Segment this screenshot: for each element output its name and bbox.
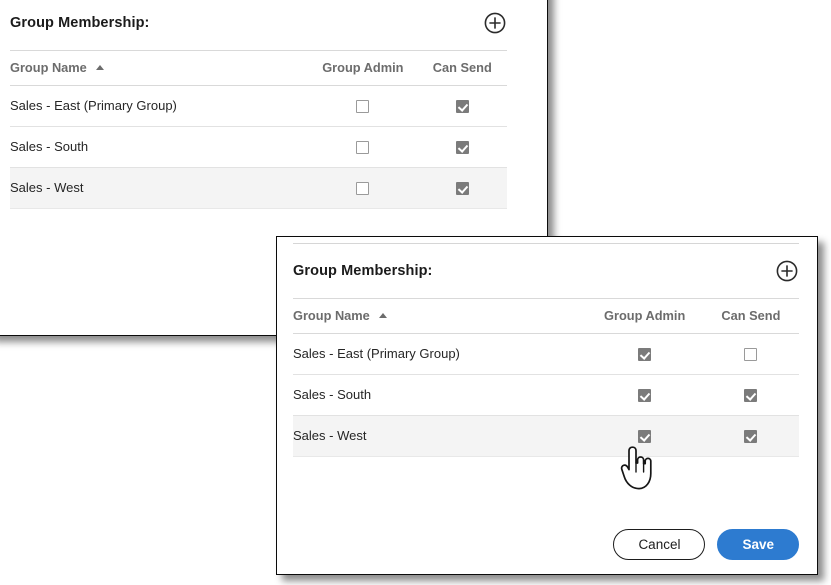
add-group-icon-back[interactable] — [483, 11, 507, 35]
checkbox-group-admin[interactable] — [638, 348, 651, 361]
column-header-can-send-back[interactable]: Can Send — [418, 51, 507, 86]
checkbox-group-admin[interactable] — [638, 389, 651, 402]
group-membership-dialog: Group Membership: Group Name Group Admin — [276, 236, 818, 575]
table-row: Sales - South — [10, 127, 507, 168]
section-header-back: Group Membership: — [10, 0, 507, 50]
column-header-group-admin-back[interactable]: Group Admin — [308, 51, 417, 86]
checkbox-can-send[interactable] — [456, 182, 469, 195]
cell-group-name: Sales - East (Primary Group) — [293, 334, 586, 375]
sort-ascending-icon — [96, 65, 104, 70]
group-membership-table: Group Name Group Admin Can Send Sales - … — [293, 298, 799, 457]
checkbox-group-admin[interactable] — [638, 430, 651, 443]
cell-group-admin — [308, 168, 417, 209]
column-header-group-name-back[interactable]: Group Name — [10, 51, 308, 86]
column-header-group-name[interactable]: Group Name — [293, 299, 586, 334]
column-label: Group Name — [293, 308, 370, 323]
checkbox-can-send[interactable] — [744, 348, 757, 361]
cell-can-send — [703, 334, 799, 375]
section-header-front: Group Membership: — [293, 244, 799, 298]
save-button[interactable]: Save — [717, 529, 799, 561]
cancel-button[interactable]: Cancel — [613, 529, 705, 561]
page-title-back: Group Membership: — [10, 15, 149, 31]
cell-group-admin — [586, 334, 702, 375]
cell-can-send — [418, 168, 507, 209]
table-row: Sales - West — [293, 416, 799, 457]
checkbox-group-admin[interactable] — [356, 141, 369, 154]
checkbox-can-send[interactable] — [744, 430, 757, 443]
checkbox-can-send[interactable] — [456, 141, 469, 154]
group-membership-table-back: Group Name Group Admin Can Send Sales - … — [10, 50, 507, 209]
table-row: Sales - East (Primary Group) — [10, 86, 507, 127]
column-label: Group Name — [10, 60, 87, 75]
cell-can-send — [418, 86, 507, 127]
cell-group-name: Sales - East (Primary Group) — [10, 86, 308, 127]
cell-can-send — [703, 375, 799, 416]
dialog-footer: Cancel Save — [613, 529, 799, 561]
cell-group-name: Sales - South — [293, 375, 586, 416]
add-group-icon[interactable] — [775, 259, 799, 283]
cell-can-send — [418, 127, 507, 168]
table-header-row: Group Name Group Admin Can Send — [293, 299, 799, 334]
sort-ascending-icon — [379, 313, 387, 318]
cell-group-admin — [586, 416, 702, 457]
dialog-title: Group Membership: — [293, 263, 432, 279]
table-row: Sales - East (Primary Group) — [293, 334, 799, 375]
cell-group-admin — [308, 86, 417, 127]
checkbox-group-admin[interactable] — [356, 100, 369, 113]
cell-group-name: Sales - West — [10, 168, 308, 209]
checkbox-can-send[interactable] — [456, 100, 469, 113]
cell-group-name: Sales - West — [293, 416, 586, 457]
checkbox-can-send[interactable] — [744, 389, 757, 402]
cell-group-admin — [308, 127, 417, 168]
column-header-group-admin[interactable]: Group Admin — [586, 299, 702, 334]
checkbox-group-admin[interactable] — [356, 182, 369, 195]
screenshot-stage: Group Membership: Group Name Group Admin — [0, 0, 831, 585]
cell-group-name: Sales - South — [10, 127, 308, 168]
table-header-row-back: Group Name Group Admin Can Send — [10, 51, 507, 86]
table-row: Sales - South — [293, 375, 799, 416]
table-row: Sales - West — [10, 168, 507, 209]
column-header-can-send[interactable]: Can Send — [703, 299, 799, 334]
cell-can-send — [703, 416, 799, 457]
cell-group-admin — [586, 375, 702, 416]
